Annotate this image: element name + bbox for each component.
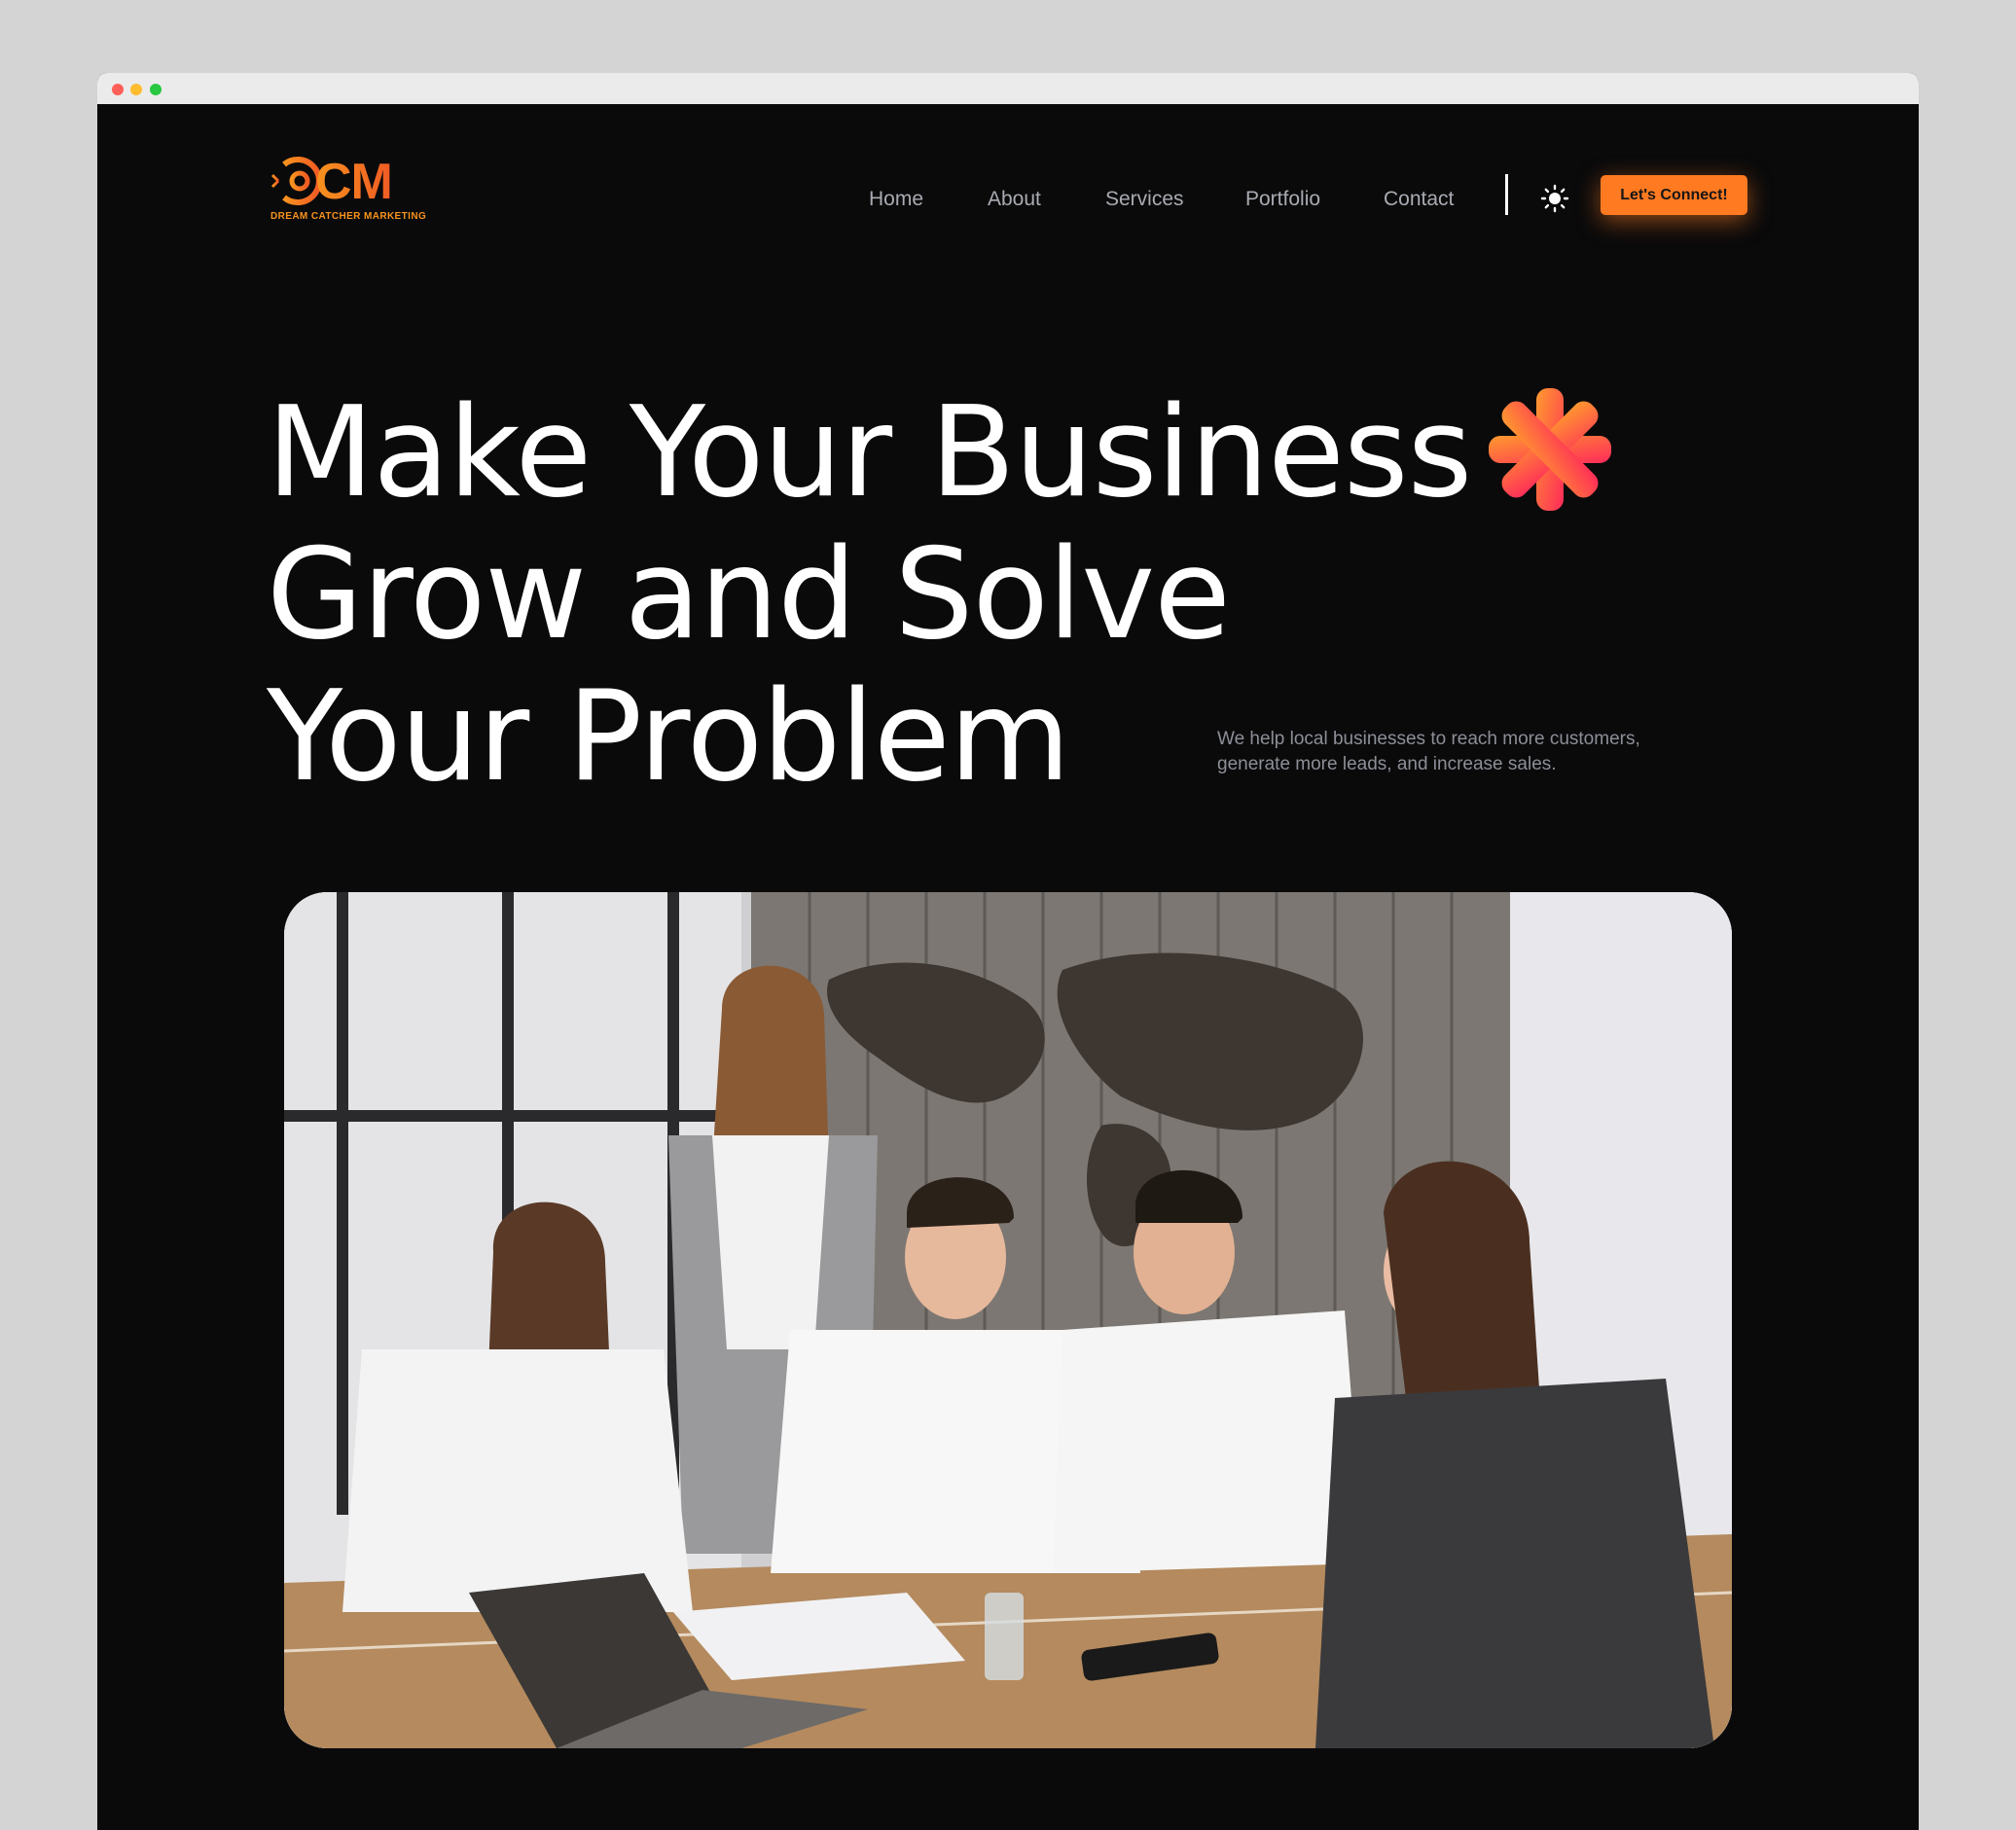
window-close-dot[interactable] xyxy=(112,84,124,95)
nav-link-services[interactable]: Services xyxy=(1105,188,1184,211)
sun-icon[interactable] xyxy=(1540,184,1569,213)
nav-link-portfolio[interactable]: Portfolio xyxy=(1245,188,1320,211)
window-minimize-dot[interactable] xyxy=(130,84,142,95)
nav-divider xyxy=(1505,174,1508,215)
hero-subtitle: We help local businesses to reach more c… xyxy=(1217,729,1640,774)
hero-headline-line-1: Make Your Business xyxy=(267,380,1472,525)
browser-window: CM DREAM CATCHER MARKETING Home About Se… xyxy=(97,73,1919,1830)
asterisk-burst-icon xyxy=(1489,388,1611,511)
hero-headline-line-2: Grow and Solve xyxy=(267,522,1231,667)
browser-chrome-bar xyxy=(97,73,1919,104)
lets-connect-button[interactable]: Let's Connect! xyxy=(1601,175,1747,215)
nav-link-home[interactable]: Home xyxy=(869,188,923,211)
team-meeting-photo xyxy=(284,892,1732,1748)
nav-link-contact[interactable]: Contact xyxy=(1384,188,1454,211)
nav-link-about[interactable]: About xyxy=(988,188,1041,211)
window-maximize-dot[interactable] xyxy=(150,84,162,95)
